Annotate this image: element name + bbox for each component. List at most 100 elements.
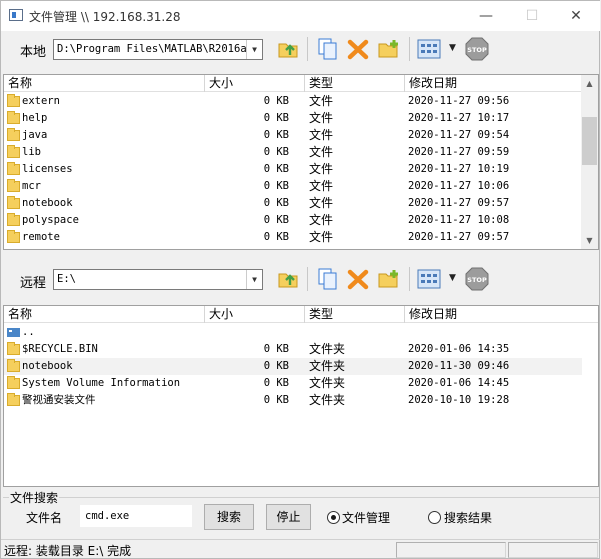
app-icon (9, 9, 23, 21)
parent-dir-row[interactable]: .. (4, 324, 582, 341)
scroll-down-icon[interactable]: ▼ (581, 232, 598, 249)
remote-path-combo[interactable]: E:\ ▼ (53, 269, 263, 290)
radio-search-results-label[interactable]: 搜索结果 (444, 509, 492, 526)
status-pane (396, 542, 506, 558)
list-item[interactable]: notebook 0 KB 文件夹 2020-11-30 09:46 (4, 358, 582, 375)
local-file-list[interactable]: 名称 大小 类型 修改日期 extern 0 KB 文件 2020-11-27 09:… (3, 74, 599, 250)
item-name: polyspace (22, 214, 79, 226)
list-item[interactable]: remote 0 KB 文件 2020-11-27 09:57 (4, 229, 582, 246)
svg-text:STOP: STOP (467, 276, 487, 284)
list-item[interactable]: 警视通安装文件 0 KB 文件夹 2020-10-10 19:28 (4, 392, 582, 409)
item-name: remote (22, 231, 60, 243)
item-type: 文件夹 (309, 376, 346, 390)
scroll-up-icon[interactable]: ▲ (581, 75, 598, 92)
item-date: 2020-11-30 09:46 (408, 360, 510, 372)
status-pane (508, 542, 598, 558)
column-header-size[interactable]: 大小 (205, 75, 305, 92)
delete-icon[interactable] (346, 267, 370, 291)
column-header-name[interactable]: 名称 (4, 306, 205, 323)
folder-icon (7, 359, 20, 372)
radio-file-manage-label[interactable]: 文件管理 (342, 509, 390, 526)
radio-search-results[interactable] (428, 511, 441, 524)
list-item[interactable]: licenses 0 KB 文件 2020-11-27 10:19 (4, 161, 582, 178)
new-folder-icon[interactable] (377, 37, 401, 61)
view-dropdown-icon[interactable]: ▼ (449, 273, 456, 283)
column-header-type[interactable]: 类型 (305, 75, 405, 92)
view-icon[interactable] (417, 37, 441, 61)
toolbar-separator (307, 37, 308, 61)
item-date: 2020-11-27 10:06 (408, 180, 510, 192)
open-folder-up-icon[interactable] (277, 37, 301, 61)
list-item[interactable]: java 0 KB 文件 2020-11-27 09:54 (4, 127, 582, 144)
remote-file-list[interactable]: 名称 大小 类型 修改日期 .. $RECYCLE.BIN 0 KB 文件夹 2020… (3, 305, 599, 487)
maximize-button[interactable]: ☐ (509, 1, 555, 31)
chevron-down-icon[interactable]: ▼ (246, 40, 262, 59)
open-folder-up-icon[interactable] (277, 267, 301, 291)
item-name: java (22, 129, 48, 141)
item-date: 2020-11-27 09:54 (408, 129, 510, 141)
search-button[interactable]: 搜索 (204, 504, 254, 530)
local-path-combo[interactable]: D:\Program Files\MATLAB\R2016a\ ▼ (53, 39, 263, 60)
item-date: 2020-01-06 14:45 (408, 377, 510, 389)
item-size: 0 KB (263, 394, 289, 406)
stop-icon[interactable]: STOP (465, 37, 489, 61)
item-size: 0 KB (263, 197, 289, 209)
item-size: 0 KB (263, 360, 289, 372)
item-size: 0 KB (263, 146, 289, 158)
delete-icon[interactable] (346, 37, 370, 61)
item-name: extern (22, 95, 60, 107)
folder-icon (7, 376, 20, 389)
svg-text:STOP: STOP (467, 46, 487, 54)
filename-input[interactable]: cmd.exe (80, 505, 192, 527)
chevron-down-icon[interactable]: ▼ (246, 270, 262, 289)
list-item[interactable]: System Volume Information 0 KB 文件夹 2020-01-… (4, 375, 582, 392)
toolbar-separator (409, 37, 410, 61)
folder-icon (7, 393, 20, 406)
item-size: 0 KB (263, 180, 289, 192)
folder-icon (7, 162, 20, 175)
column-header-date[interactable]: 修改日期 (405, 75, 582, 92)
item-type: 文件夹 (309, 393, 346, 407)
list-item[interactable]: $RECYCLE.BIN 0 KB 文件夹 2020-01-06 14:35 (4, 341, 582, 358)
list-item[interactable]: polyspace 0 KB 文件 2020-11-27 10:08 (4, 212, 582, 229)
radio-file-manage[interactable] (327, 511, 340, 524)
item-type: 文件夹 (309, 342, 346, 356)
local-scrollbar[interactable]: ▲ ▼ (581, 75, 598, 249)
item-type: 文件夹 (309, 359, 346, 373)
item-type: 文件 (309, 128, 334, 142)
view-dropdown-icon[interactable]: ▼ (449, 43, 456, 53)
item-name: notebook (22, 197, 73, 209)
folder-icon (7, 179, 20, 192)
item-size: 0 KB (263, 163, 289, 175)
list-item[interactable]: extern 0 KB 文件 2020-11-27 09:56 (4, 93, 582, 110)
stop-icon[interactable]: STOP (465, 267, 489, 291)
local-path-value: D:\Program Files\MATLAB\R2016a\ (57, 43, 247, 55)
column-header-name[interactable]: 名称 (4, 75, 205, 92)
title-bar[interactable]: 文件管理 \\ 192.168.31.28 — ☐ ✕ (1, 1, 600, 31)
close-button[interactable]: ✕ (553, 1, 599, 31)
new-folder-icon[interactable] (377, 267, 401, 291)
column-header-type[interactable]: 类型 (305, 306, 405, 323)
list-item[interactable]: mcr 0 KB 文件 2020-11-27 10:06 (4, 178, 582, 195)
list-item[interactable]: help 0 KB 文件 2020-11-27 10:17 (4, 110, 582, 127)
list-item[interactable]: lib 0 KB 文件 2020-11-27 09:59 (4, 144, 582, 161)
item-name: notebook (22, 360, 73, 372)
item-date: 2020-10-10 19:28 (408, 394, 510, 406)
window-title: 文件管理 \\ 192.168.31.28 (29, 10, 181, 24)
copy-icon[interactable] (316, 267, 340, 291)
item-name: 警视通安装文件 (22, 394, 96, 406)
stop-button[interactable]: 停止 (266, 504, 311, 530)
folder-icon (7, 111, 20, 124)
list-item[interactable]: notebook 0 KB 文件 2020-11-27 09:57 (4, 195, 582, 212)
scroll-thumb[interactable] (582, 117, 597, 165)
column-header-size[interactable]: 大小 (205, 306, 305, 323)
parent-folder-icon (7, 328, 20, 337)
item-date: 2020-11-27 09:59 (408, 146, 510, 158)
view-icon[interactable] (417, 267, 441, 291)
copy-icon[interactable] (316, 37, 340, 61)
minimize-button[interactable]: — (463, 1, 509, 31)
folder-icon (7, 145, 20, 158)
item-size: 0 KB (263, 343, 289, 355)
column-header-date[interactable]: 修改日期 (405, 306, 598, 323)
folder-icon (7, 342, 20, 355)
